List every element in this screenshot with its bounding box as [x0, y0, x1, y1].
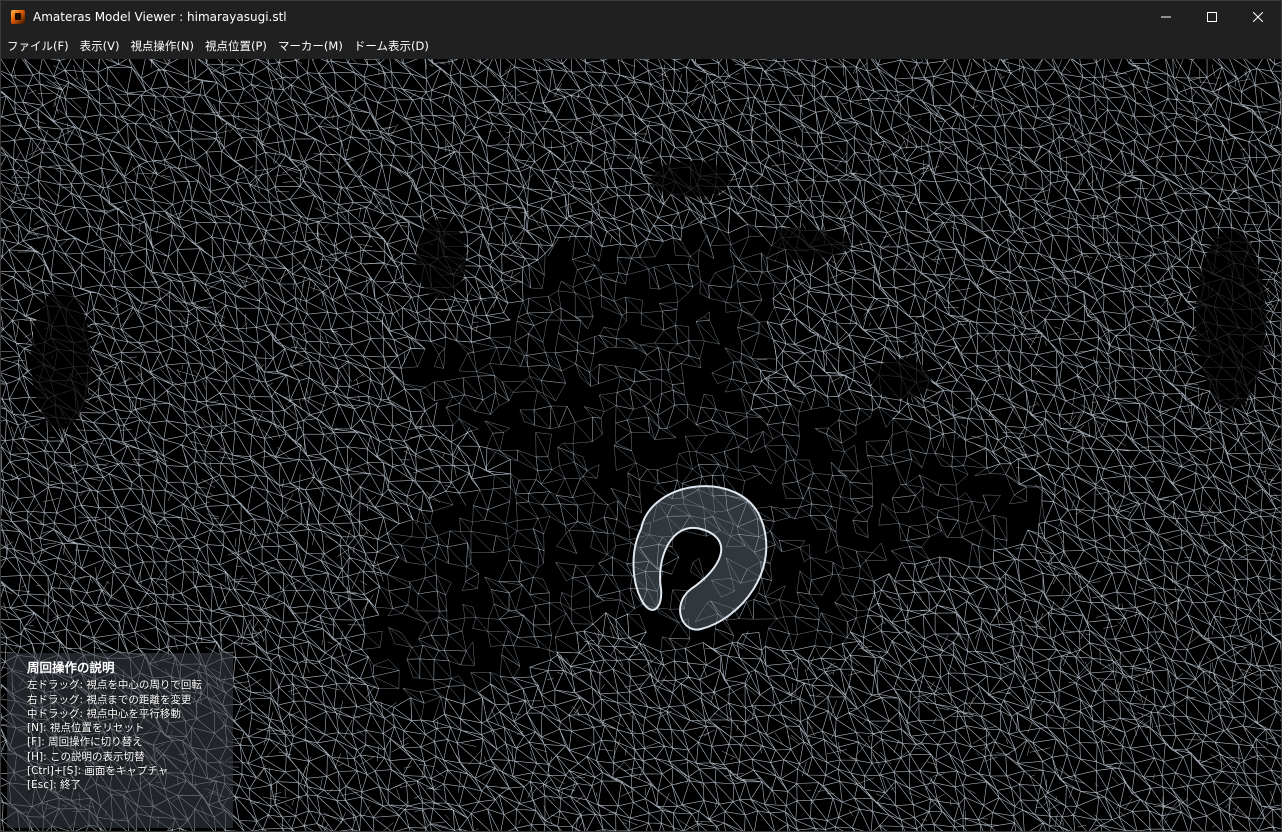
help-line: [Esc]: 終了	[27, 779, 81, 792]
help-line: 右ドラッグ: 視点までの距離を変更	[27, 693, 192, 706]
menu-view-operation[interactable]: 視点操作(N)	[124, 33, 199, 59]
mesh-shadow-patch	[1196, 229, 1266, 409]
maximize-button[interactable]	[1189, 1, 1235, 33]
mesh-shadow-patch	[416, 219, 466, 299]
app-window: Amateras Model Viewer : himarayasugi.stl	[0, 0, 1282, 832]
help-panel: 周回操作の説明 左ドラッグ: 視点を中心の周りで回転 右ドラッグ: 視点までの距…	[7, 653, 233, 828]
minimize-button[interactable]	[1143, 1, 1189, 33]
help-line: [F]: 周回操作に切り替え	[27, 736, 143, 749]
mesh-shadow-patch	[651, 161, 731, 197]
help-line: 中ドラッグ: 視点中心を平行移動	[27, 707, 181, 720]
app-icon[interactable]	[11, 10, 25, 24]
help-line: [H]: この説明の表示切替	[27, 750, 145, 763]
close-button[interactable]	[1235, 1, 1281, 33]
window-title: Amateras Model Viewer : himarayasugi.stl	[33, 10, 287, 24]
window-controls	[1143, 1, 1281, 33]
menu-dome[interactable]: ドーム表示(D)	[348, 33, 434, 59]
help-line: [Ctrl]+[S]: 画面をキャプチャ	[27, 765, 169, 778]
3d-viewport[interactable]: 周回操作の説明 左ドラッグ: 視点を中心の周りで回転 右ドラッグ: 視点までの距…	[1, 59, 1281, 831]
menu-marker[interactable]: マーカー(M)	[272, 33, 348, 59]
menu-bar: ファイル(F) 表示(V) 視点操作(N) 視点位置(P) マーカー(M) ドー…	[1, 33, 1281, 59]
menu-file[interactable]: ファイル(F)	[1, 33, 74, 59]
minimize-icon	[1161, 16, 1171, 18]
menu-view[interactable]: 表示(V)	[74, 33, 125, 59]
mesh-shadow-patch	[731, 228, 851, 260]
maximize-icon	[1207, 12, 1217, 22]
help-line: 左ドラッグ: 視点を中心の周りで回転	[27, 679, 202, 692]
help-line: [N]: 視点位置をリセット	[27, 722, 145, 735]
mesh-shadow-patch	[31, 289, 91, 429]
menu-view-position[interactable]: 視点位置(P)	[199, 33, 272, 59]
close-icon	[1253, 12, 1263, 22]
title-bar[interactable]: Amateras Model Viewer : himarayasugi.stl	[1, 1, 1281, 33]
mesh-shadow-patch	[871, 359, 931, 399]
help-title: 周回操作の説明	[27, 660, 115, 675]
